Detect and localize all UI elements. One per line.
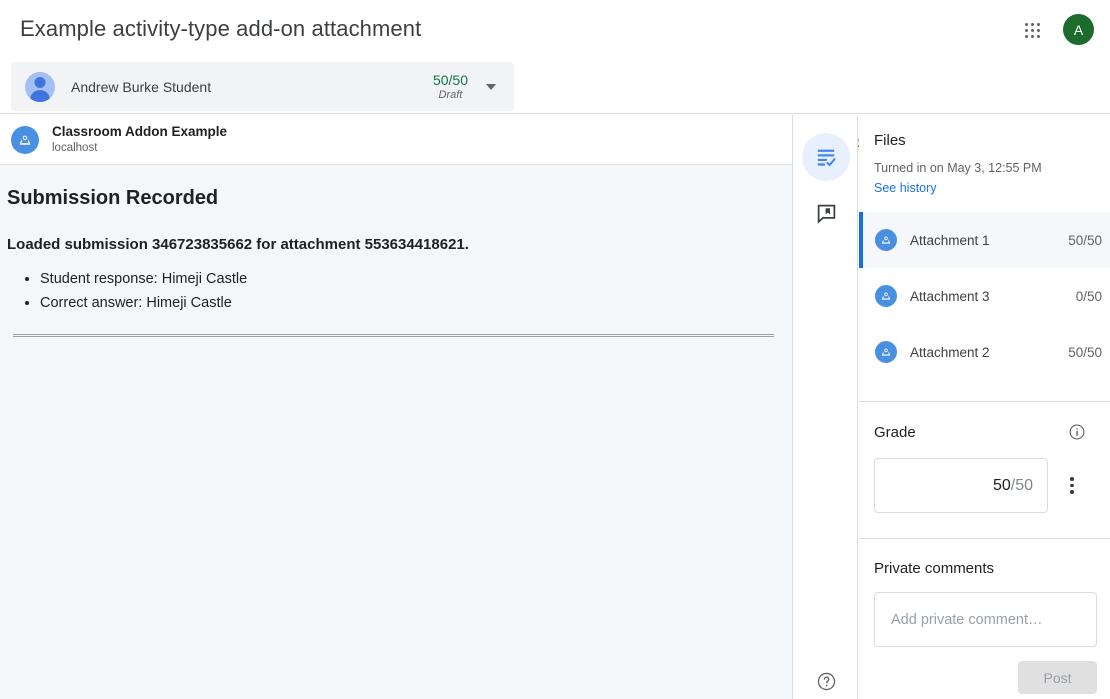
chip-score: 50/50 Draft	[433, 72, 468, 102]
addon-content: Submission Recorded Loaded submission 34…	[0, 165, 792, 337]
apps-grid-icon[interactable]	[1018, 16, 1046, 44]
addon-meta: Classroom Addon Example localhost	[52, 124, 227, 155]
help-icon[interactable]	[810, 665, 842, 697]
list-item: Correct answer: Himeji Castle	[40, 291, 780, 315]
more-vert-icon[interactable]	[1053, 467, 1091, 505]
table-row[interactable]: Attachment 3 0/50	[859, 268, 1110, 324]
private-comment-placeholder: Add private comment…	[891, 612, 1043, 628]
private-comment-input[interactable]: Add private comment…	[874, 592, 1097, 647]
chip-score-value: 50/50	[433, 72, 468, 88]
addon-name: Classroom Addon Example	[52, 124, 227, 141]
attachment-name: Attachment 3	[910, 289, 1076, 304]
grade-value: 50	[993, 477, 1011, 495]
files-section-header: Files Turned in on May 3, 12:55 PM See h…	[859, 115, 1110, 197]
turned-in-timestamp: Turned in on May 3, 12:55 PM	[874, 161, 1110, 175]
post-comment-button[interactable]: Post	[1018, 661, 1097, 694]
table-row[interactable]: Attachment 2 50/50	[859, 324, 1110, 380]
submission-summary: Loaded submission 346723835662 for attac…	[7, 236, 780, 253]
avatar	[25, 72, 55, 102]
tool-rail	[792, 115, 858, 699]
grade-row: 50/50	[874, 458, 1110, 513]
private-comments-section: Private comments Add private comment… Po…	[859, 539, 1110, 694]
grading-icon[interactable]	[802, 133, 850, 181]
account-avatar[interactable]: A	[1063, 14, 1094, 45]
page-title: Example activity-type add-on attachment	[20, 16, 421, 42]
classroom-addon-icon	[875, 229, 897, 251]
chip-status-label: Draft	[433, 88, 468, 102]
submission-heading: Submission Recorded	[7, 187, 780, 210]
attachment-name: Attachment 2	[910, 345, 1068, 360]
submission-toolbar: Andrew Burke Student 50/50 Draft Not ret…	[0, 58, 1110, 114]
student-name: Andrew Burke Student	[71, 79, 433, 95]
comment-bank-icon[interactable]	[802, 189, 850, 237]
list-item: Student response: Himeji Castle	[40, 267, 780, 291]
private-comments-title: Private comments	[874, 560, 1110, 577]
classroom-addon-icon	[11, 126, 39, 154]
classroom-addon-icon	[875, 285, 897, 307]
top-bar: Example activity-type add-on attachment …	[0, 0, 1110, 58]
see-history-link[interactable]: See history	[874, 181, 937, 195]
grade-input[interactable]: 50/50	[874, 458, 1048, 513]
info-icon[interactable]	[1066, 421, 1088, 443]
table-row[interactable]: Attachment 1 50/50	[859, 212, 1110, 268]
divider	[13, 334, 774, 337]
student-selector-chip[interactable]: Andrew Burke Student 50/50 Draft	[11, 62, 514, 111]
attachment-score: 50/50	[1068, 345, 1102, 360]
files-title: Files	[874, 132, 1110, 149]
attachment-score: 0/50	[1076, 289, 1102, 304]
chevron-down-icon[interactable]	[474, 70, 508, 104]
addon-host: localhost	[52, 141, 227, 155]
apps-grid-dots	[1024, 22, 1040, 38]
classroom-grading-page: Example activity-type add-on attachment …	[0, 0, 1110, 699]
addon-iframe-pane: Classroom Addon Example localhost Submis…	[0, 115, 792, 699]
addon-header: Classroom Addon Example localhost	[0, 115, 792, 165]
submission-details-list: Student response: Himeji Castle Correct …	[40, 267, 780, 315]
submission-side-panel: Files Turned in on May 3, 12:55 PM See h…	[859, 115, 1110, 699]
classroom-addon-icon	[875, 341, 897, 363]
attachment-name: Attachment 1	[910, 233, 1068, 248]
grade-section: Grade 50/50	[859, 402, 1110, 513]
grade-denominator: /50	[1011, 477, 1033, 495]
attachment-list: Attachment 1 50/50 Attachment 3 0/50	[859, 212, 1110, 380]
attachment-score: 50/50	[1068, 233, 1102, 248]
